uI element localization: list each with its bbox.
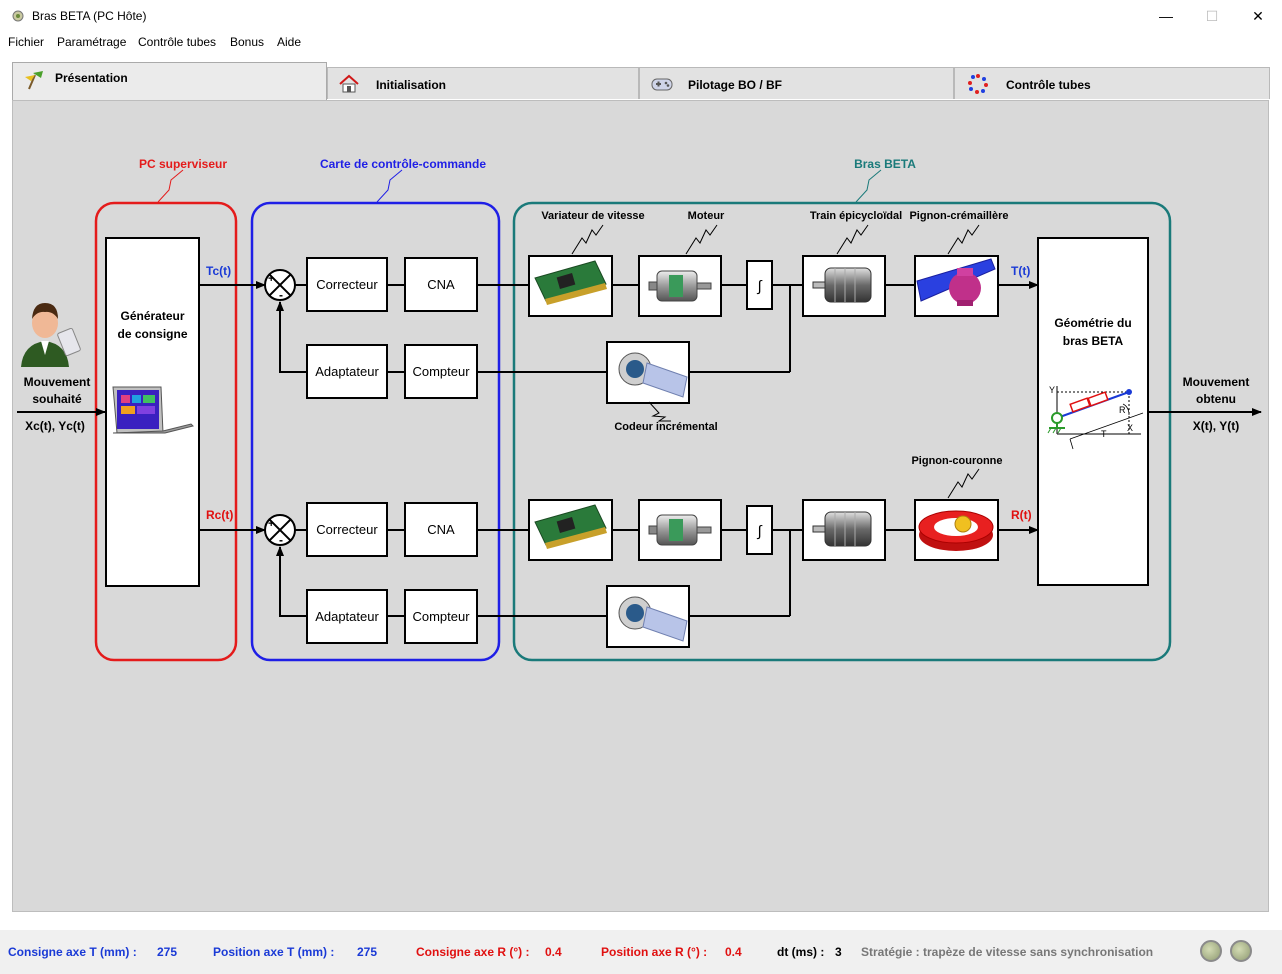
correcteur-label-r: Correcteur	[316, 522, 378, 537]
codeur-leader	[648, 401, 671, 422]
consigne-t-label: Consigne axe T (mm) :	[8, 945, 137, 959]
carte-title: Carte de contrôle-commande	[320, 157, 486, 171]
train-label: Train épicycloïdal	[810, 210, 902, 222]
consigne-t-value: 275	[157, 945, 178, 959]
bras-beta-title: Bras BETA	[854, 157, 916, 171]
tab-controle-tubes[interactable]: Contrôle tubes	[954, 67, 1270, 99]
train-leader	[836, 224, 869, 255]
generateur-line1: Générateur	[120, 309, 184, 323]
menu-parametrage[interactable]: Paramétrage	[57, 35, 126, 49]
input-signal: Xc(t), Yc(t)	[25, 419, 85, 433]
moteur-leader	[685, 224, 718, 255]
menu-fichier[interactable]: Fichier	[8, 35, 44, 49]
bras-leader	[855, 169, 882, 203]
svg-text:+: +	[268, 273, 274, 285]
pignon-cremaillere-leader	[947, 224, 980, 255]
signal-tc: Tc(t)	[206, 264, 231, 278]
tab-presentation-label: Présentation	[55, 71, 128, 85]
tab-initialisation-label: Initialisation	[376, 78, 447, 92]
tab-strip: Présentation Initialisation Pilotage BO …	[0, 62, 1282, 102]
signal-r: R(t)	[1011, 508, 1032, 522]
generateur-line2: de consigne	[117, 327, 187, 341]
gamepad-icon	[651, 78, 673, 91]
menu-bar: Fichier Paramétrage Contrôle tubes Bonus…	[0, 32, 1282, 52]
strategie-label: Stratégie : trapèze de vitesse sans sync…	[861, 945, 1154, 959]
status-led-1	[1200, 940, 1222, 962]
user-person-icon	[21, 303, 81, 367]
close-button[interactable]: ✕	[1235, 0, 1281, 32]
svg-text:T: T	[1101, 429, 1107, 439]
output-label-2: obtenu	[1196, 392, 1236, 406]
geometrie-block	[1037, 237, 1149, 586]
pignon-cremaillere-label: Pignon-crémaillère	[909, 210, 1008, 222]
tab-pilotage-label: Pilotage BO / BF	[688, 78, 783, 92]
dt-value: 3	[835, 945, 842, 959]
menu-controle-tubes[interactable]: Contrôle tubes	[138, 35, 216, 49]
compteur-label-t: Compteur	[412, 364, 470, 379]
position-t-label: Position axe T (mm) :	[213, 945, 335, 959]
moteur-label: Moteur	[688, 210, 725, 222]
svg-text:+: +	[268, 518, 274, 530]
dt-label: dt (ms) :	[777, 945, 825, 959]
geometrie-line1: Géométrie du	[1054, 316, 1131, 330]
feedback-r-to-sum	[276, 546, 307, 617]
signal-rc: Rc(t)	[206, 508, 233, 522]
signal-t: T(t)	[1011, 264, 1030, 278]
home-icon	[339, 74, 359, 93]
svg-text:Y: Y	[1049, 385, 1055, 395]
sum-junction-r: + -	[264, 514, 296, 547]
svg-text:-: -	[279, 533, 283, 547]
title-bar: Bras BETA (PC Hôte) — ☐ ✕	[0, 0, 1282, 32]
position-r-value: 0.4	[725, 945, 742, 959]
input-label-2: souhaité	[32, 392, 82, 406]
svg-text:R: R	[1119, 405, 1126, 415]
input-label-1: Mouvement	[24, 375, 91, 389]
sum-junction-t: + -	[264, 269, 296, 302]
tab-initialisation[interactable]: Initialisation	[327, 67, 639, 99]
presentation-icon	[25, 71, 43, 90]
cna-label-r: CNA	[427, 522, 455, 537]
variateur-leader	[571, 224, 604, 255]
tab-controle-tubes-label: Contrôle tubes	[1006, 78, 1091, 92]
carte-leader	[376, 169, 403, 203]
ring-gear-icon	[918, 510, 994, 551]
adaptateur-label-r: Adaptateur	[315, 609, 379, 624]
feedback-t-to-sum	[276, 301, 307, 373]
pignon-couronne-leader	[947, 468, 980, 499]
geometrie-line2: bras BETA	[1063, 334, 1124, 348]
tubes-ring-icon	[968, 74, 988, 94]
status-led-2	[1230, 940, 1252, 962]
output-label-1: Mouvement	[1183, 375, 1250, 389]
svg-text:-: -	[279, 288, 283, 302]
system-diagram: PC superviseur Carte de contrôle-command…	[17, 157, 1262, 662]
codeur-label: Codeur incrémental	[614, 421, 717, 433]
menu-aide[interactable]: Aide	[277, 35, 301, 49]
tab-pilotage[interactable]: Pilotage BO / BF	[639, 67, 954, 99]
svg-text:X: X	[1127, 423, 1133, 433]
adaptateur-label-t: Adaptateur	[315, 364, 379, 379]
presentation-panel: PC superviseur Carte de contrôle-command…	[12, 100, 1269, 912]
pc-leader	[157, 169, 184, 203]
app-icon	[12, 10, 24, 22]
position-t-value: 275	[357, 945, 378, 959]
correcteur-label-t: Correcteur	[316, 277, 378, 292]
pignon-couronne-label: Pignon-couronne	[911, 455, 1002, 467]
consigne-r-label: Consigne axe R (°) :	[416, 945, 530, 959]
output-signal: X(t), Y(t)	[1193, 419, 1239, 433]
maximize-button[interactable]: ☐	[1189, 0, 1235, 32]
compteur-label-r: Compteur	[412, 609, 470, 624]
tab-presentation[interactable]: Présentation	[12, 62, 327, 102]
menu-bonus[interactable]: Bonus	[230, 35, 264, 49]
status-bar: Consigne axe T (mm) : 275 Position axe T…	[0, 930, 1282, 974]
variateur-label: Variateur de vitesse	[541, 210, 644, 222]
window-title: Bras BETA (PC Hôte)	[32, 9, 147, 23]
consigne-r-value: 0.4	[545, 945, 562, 959]
minimize-button[interactable]: —	[1143, 0, 1189, 32]
position-r-label: Position axe R (°) :	[601, 945, 708, 959]
pc-superviseur-title: PC superviseur	[139, 157, 227, 171]
cna-label-t: CNA	[427, 277, 455, 292]
